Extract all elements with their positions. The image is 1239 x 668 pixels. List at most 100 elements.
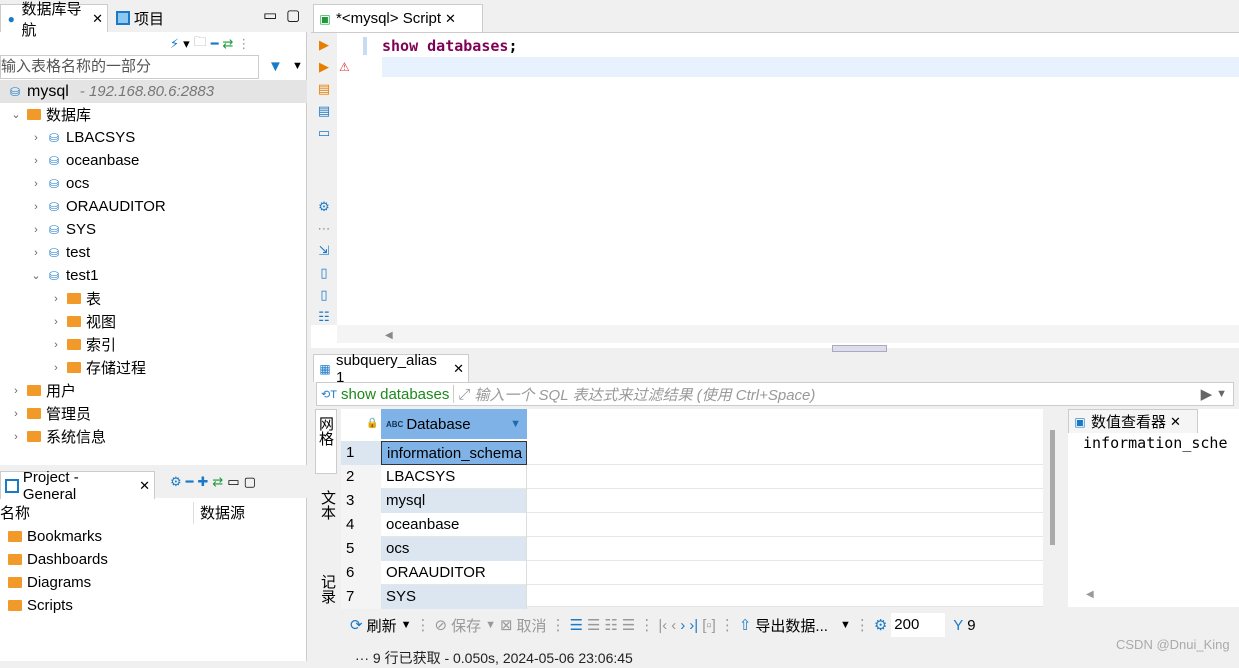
tab-value-viewer[interactable]: ▣ 数值查看器 ✕ <box>1068 409 1198 433</box>
table-row[interactable]: 7 SYS <box>341 585 1043 609</box>
close-icon[interactable]: ✕ <box>445 11 456 27</box>
collapse-icon[interactable]: ━ <box>186 474 194 490</box>
table-row[interactable]: 6 ORAAUDITOR <box>341 561 1043 585</box>
tab-project-general[interactable]: Project - General ✕ <box>0 469 155 503</box>
table-row[interactable]: 2 LBACSYS <box>341 465 1043 489</box>
expand-icon[interactable]: ✚ <box>197 474 208 490</box>
outline-icon[interactable]: ☷ <box>318 309 330 325</box>
fetch-size-input[interactable]: 200 <box>891 613 946 637</box>
code-line[interactable]: show databases; <box>382 37 517 55</box>
load-icon[interactable]: ▯ <box>320 265 327 281</box>
dropdown-icon[interactable]: ▾ <box>183 36 190 52</box>
tree-tables[interactable]: › 表 <box>50 287 101 310</box>
gear-icon[interactable]: ⚙ <box>170 474 182 490</box>
chevron-right-icon[interactable]: › <box>30 201 42 213</box>
refresh-icon[interactable]: ⟳ <box>350 616 363 634</box>
tree-users[interactable]: › 用户 <box>10 379 76 402</box>
tree-connection-mysql[interactable]: ⛁ mysql - 192.168.80.6:2883 <box>0 80 307 103</box>
tree-system-info[interactable]: › 系统信息 <box>10 425 106 448</box>
tree-schema[interactable]: › ⛁ SYS <box>30 218 96 241</box>
dropdown-icon[interactable]: ▼ <box>401 619 412 631</box>
tab-projects[interactable]: 项目 <box>112 4 168 32</box>
table-row[interactable]: 5 ocs <box>341 537 1043 561</box>
chevron-right-icon[interactable]: › <box>50 316 62 328</box>
execute-script-icon[interactable]: ▤ <box>318 81 330 97</box>
tab-grid[interactable]: 网格 <box>315 409 337 474</box>
maximize-icon[interactable]: ▢ <box>286 6 300 24</box>
dropdown-icon[interactable]: ▼ <box>840 619 851 631</box>
fetch-all-icon[interactable]: [▫] <box>702 617 716 634</box>
edit-row-icon[interactable]: ☰ <box>570 616 583 634</box>
minimize-icon[interactable]: ▭ <box>263 6 277 24</box>
chevron-right-icon[interactable]: › <box>30 224 42 236</box>
tab-text[interactable]: 文本 <box>317 490 338 520</box>
tree-schema[interactable]: › ⛁ ocs <box>30 172 89 195</box>
project-item-dashboards[interactable]: Dashboards <box>8 548 108 571</box>
cancel-button[interactable]: 取消 <box>517 615 547 636</box>
save-button[interactable]: 保存 <box>451 615 481 636</box>
export-icon[interactable]: ⇧ <box>739 616 752 634</box>
tree-admins[interactable]: › 管理员 <box>10 402 91 425</box>
chevron-right-icon[interactable]: › <box>30 155 42 167</box>
chevron-right-icon[interactable]: › <box>50 293 62 305</box>
filter-history-icon[interactable]: ▼ <box>1216 388 1227 400</box>
explain-icon[interactable]: ▤ <box>318 103 330 119</box>
apply-filter-icon[interactable]: ▶ <box>1201 385 1213 403</box>
more-icon[interactable]: ⋮ <box>237 36 250 52</box>
tree-schema[interactable]: › ⛁ LBACSYS <box>30 126 135 149</box>
tree-procedures[interactable]: › 存储过程 <box>50 356 146 379</box>
table-row[interactable]: 3 mysql <box>341 489 1043 513</box>
column-datasource[interactable]: 数据源 <box>200 502 245 523</box>
chevron-right-icon[interactable]: › <box>30 178 42 190</box>
chevron-right-icon[interactable]: › <box>50 339 62 351</box>
tree-indexes[interactable]: › 索引 <box>50 333 116 356</box>
column-name[interactable]: 名称 <box>0 502 194 524</box>
close-icon[interactable]: ✕ <box>92 11 103 27</box>
last-page-icon[interactable]: ›| <box>689 617 698 634</box>
new-connection-icon[interactable]: ⚡ <box>170 36 179 52</box>
chevron-right-icon[interactable]: › <box>50 362 62 374</box>
prev-icon[interactable]: ‹ <box>671 617 676 634</box>
close-icon[interactable]: ✕ <box>453 361 464 377</box>
table-filter-input[interactable]: 输入表格名称的一部分 <box>0 55 259 79</box>
dropdown-icon[interactable]: ▼ <box>292 60 303 72</box>
project-item-scripts[interactable]: Scripts <box>8 594 73 617</box>
table-row[interactable]: 4 oceanbase <box>341 513 1043 537</box>
horizontal-scrollbar[interactable]: ◀ <box>337 325 1239 343</box>
tab-record[interactable]: 记录 <box>317 574 338 604</box>
filter-input[interactable]: 输入一个 SQL 表达式来过滤结果 (使用 Ctrl+Space) <box>474 384 1196 405</box>
close-icon[interactable]: ✕ <box>139 478 150 494</box>
add-row-icon[interactable]: ☰ <box>587 616 600 634</box>
maximize-icon[interactable]: ▢ <box>244 474 256 490</box>
filter-icon[interactable]: ▼ <box>268 58 283 75</box>
collapse-icon[interactable]: ━ <box>211 36 219 52</box>
tab-script[interactable]: ▣ *<mysql> Script ✕ <box>313 4 483 32</box>
sort-icon[interactable]: ▼ <box>510 418 521 430</box>
export-button[interactable]: 导出数据... <box>755 615 828 636</box>
export-icon[interactable]: ⇲ <box>319 243 330 259</box>
format-icon[interactable]: ▯ <box>320 287 327 303</box>
tree-schema[interactable]: ⌄ ⛁ test1 <box>30 264 98 287</box>
scroll-left-icon[interactable]: ◀ <box>1086 589 1094 600</box>
refresh-button[interactable]: 刷新 <box>367 615 397 636</box>
splitter-handle[interactable] <box>832 345 887 352</box>
tree-schema[interactable]: › ⛁ oceanbase <box>30 149 139 172</box>
project-item-bookmarks[interactable]: Bookmarks <box>8 525 102 548</box>
terminal-icon[interactable]: ▭ <box>318 125 330 141</box>
first-page-icon[interactable]: |‹ <box>658 617 667 634</box>
expand-icon[interactable]: ⤢ <box>458 386 470 403</box>
cancel-icon[interactable]: ⊠ <box>500 616 513 634</box>
chevron-right-icon[interactable]: › <box>30 132 42 144</box>
table-row[interactable]: 1 information_schema <box>341 441 1043 465</box>
tab-result[interactable]: ▦ subquery_alias 1 ✕ <box>313 352 469 386</box>
value-viewer-content[interactable]: information_sche <box>1083 434 1228 452</box>
minimize-icon[interactable]: ▭ <box>227 474 239 490</box>
link-editor-icon[interactable]: ⇄ <box>223 36 234 52</box>
tree-schema[interactable]: › ⛁ ORAAUDITOR <box>30 195 166 218</box>
execute-icon[interactable]: ▶ <box>319 37 329 53</box>
project-item-diagrams[interactable]: Diagrams <box>8 571 91 594</box>
tree-views[interactable]: › 视图 <box>50 310 116 333</box>
delete-row-icon[interactable]: ☰ <box>622 616 635 634</box>
chevron-down-icon[interactable]: ⌄ <box>30 269 42 282</box>
chevron-right-icon[interactable]: › <box>30 247 42 259</box>
